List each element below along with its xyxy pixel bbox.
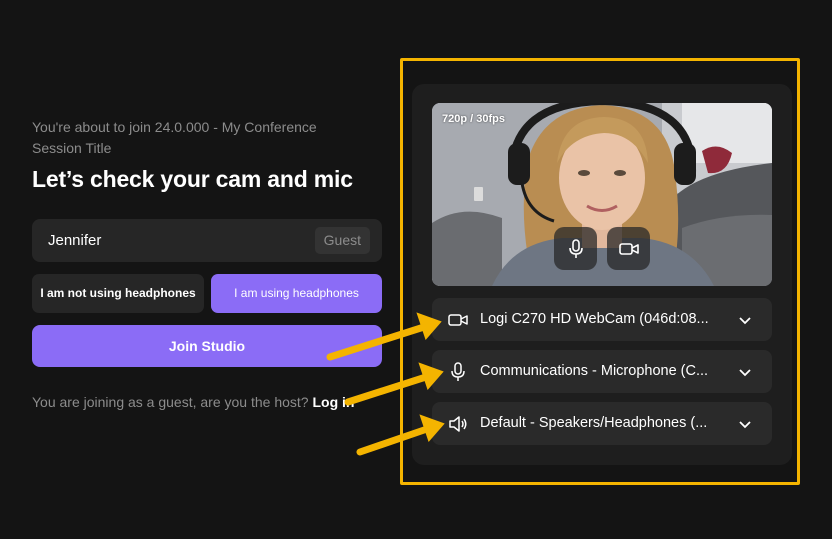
not-using-headphones-button[interactable]: I am not using headphones [32,274,204,313]
page-title: Let’s check your cam and mic [32,166,353,192]
join-studio-button[interactable]: Join Studio [32,325,382,367]
name-value[interactable]: Jennifer [48,232,101,249]
highlight-box [400,58,800,485]
guest-prompt: You are joining as a guest, are you the … [32,394,354,410]
name-input[interactable]: Jennifer Guest [32,219,382,262]
using-headphones-button[interactable]: I am using headphones [211,274,382,313]
guest-prompt-text: You are joining as a guest, are you the … [32,394,313,410]
session-subtitle: You're about to join 24.0.000 - My Confe… [32,119,317,156]
guest-badge: Guest [314,227,370,254]
login-link[interactable]: Log in [312,394,354,410]
